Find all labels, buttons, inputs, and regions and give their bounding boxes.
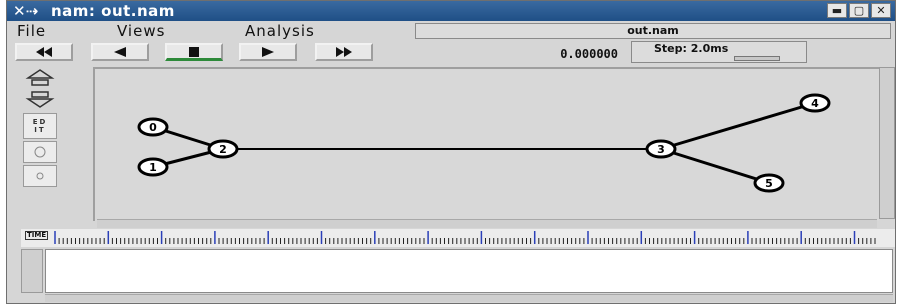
- canvas-vertical-scrollbar[interactable]: [879, 67, 895, 219]
- node-2[interactable]: 2: [207, 139, 239, 159]
- zoom-out-icon: [25, 91, 55, 108]
- window-title: nam: out.nam: [51, 2, 175, 20]
- title-bar[interactable]: ✕⇢ nam: out.nam ▬ ▢ ✕: [7, 1, 895, 21]
- playback-controls: 0.000000 Step: 2.0ms: [7, 41, 895, 65]
- zoom-in-icon: [25, 69, 55, 86]
- play-forward-icon: [262, 47, 274, 57]
- step-slider[interactable]: [734, 56, 780, 61]
- node-label: 2: [219, 143, 227, 156]
- circle-small-icon: [36, 172, 44, 180]
- node-tool-button[interactable]: [23, 141, 57, 163]
- log-text-box[interactable]: [45, 249, 893, 293]
- timeline-label: TIME: [25, 231, 49, 240]
- zoom-in-button[interactable]: [23, 67, 57, 89]
- node-3[interactable]: 3: [645, 139, 677, 159]
- link-3-5: [660, 147, 770, 185]
- minimize-button[interactable]: ▬: [827, 3, 847, 18]
- node-label: 5: [765, 177, 773, 190]
- node-label: 1: [149, 161, 157, 174]
- node-label: 0: [149, 121, 157, 134]
- maximize-button[interactable]: ▢: [849, 3, 869, 18]
- fast-forward-button[interactable]: [315, 43, 373, 61]
- node-label: 3: [657, 143, 665, 156]
- step-control: Step: 2.0ms: [631, 41, 807, 63]
- play-forward-button[interactable]: [239, 43, 297, 61]
- edit-button[interactable]: EDIT: [23, 113, 57, 139]
- menu-analysis[interactable]: Analysis: [245, 22, 315, 40]
- menu-bar: File Views Analysis out.nam: [7, 21, 895, 41]
- trace-file-name: out.nam: [415, 23, 891, 39]
- rewind-button[interactable]: [15, 43, 73, 61]
- menu-file[interactable]: File: [17, 22, 46, 40]
- node-5[interactable]: 5: [753, 173, 785, 193]
- play-backward-button[interactable]: [91, 43, 149, 61]
- timeline-ticks: [54, 231, 876, 244]
- nam-window: ✕⇢ nam: out.nam ▬ ▢ ✕ File Views Analysi…: [6, 0, 896, 304]
- zoom-out-button[interactable]: [23, 89, 57, 111]
- node-label: 4: [811, 97, 819, 110]
- sim-time-readout: 0.000000: [560, 47, 618, 61]
- network-topology: 0 1 2 3 4 5: [137, 93, 831, 193]
- rewind-icon: [36, 47, 52, 57]
- agent-tool-button[interactable]: [23, 165, 57, 187]
- link-3-4: [660, 101, 816, 151]
- node-1[interactable]: 1: [137, 157, 169, 177]
- node-0[interactable]: 0: [137, 117, 169, 137]
- menu-views[interactable]: Views: [117, 22, 165, 40]
- log-horizontal-scrollbar[interactable]: [45, 294, 893, 302]
- window-menu-icon[interactable]: ✕⇢: [13, 2, 38, 20]
- play-backward-icon: [114, 47, 126, 57]
- timeline[interactable]: TIME: [21, 229, 895, 247]
- animation-canvas[interactable]: 0 1 2 3 4 5: [93, 67, 879, 221]
- stop-button[interactable]: [165, 43, 223, 61]
- close-button[interactable]: ✕: [871, 3, 891, 18]
- log-left-scrollbar[interactable]: [21, 249, 43, 293]
- window-controls: ▬ ▢ ✕: [827, 3, 891, 18]
- stop-icon: [189, 46, 199, 57]
- log-area: [21, 249, 895, 303]
- tool-column: EDIT: [21, 67, 61, 227]
- node-4[interactable]: 4: [799, 93, 831, 113]
- fast-forward-icon: [336, 47, 352, 57]
- circle-large-icon: [34, 146, 46, 158]
- edit-label: EDIT: [32, 118, 48, 134]
- canvas-horizontal-scrollbar[interactable]: [97, 219, 877, 228]
- step-label: Step: 2.0ms: [654, 42, 729, 55]
